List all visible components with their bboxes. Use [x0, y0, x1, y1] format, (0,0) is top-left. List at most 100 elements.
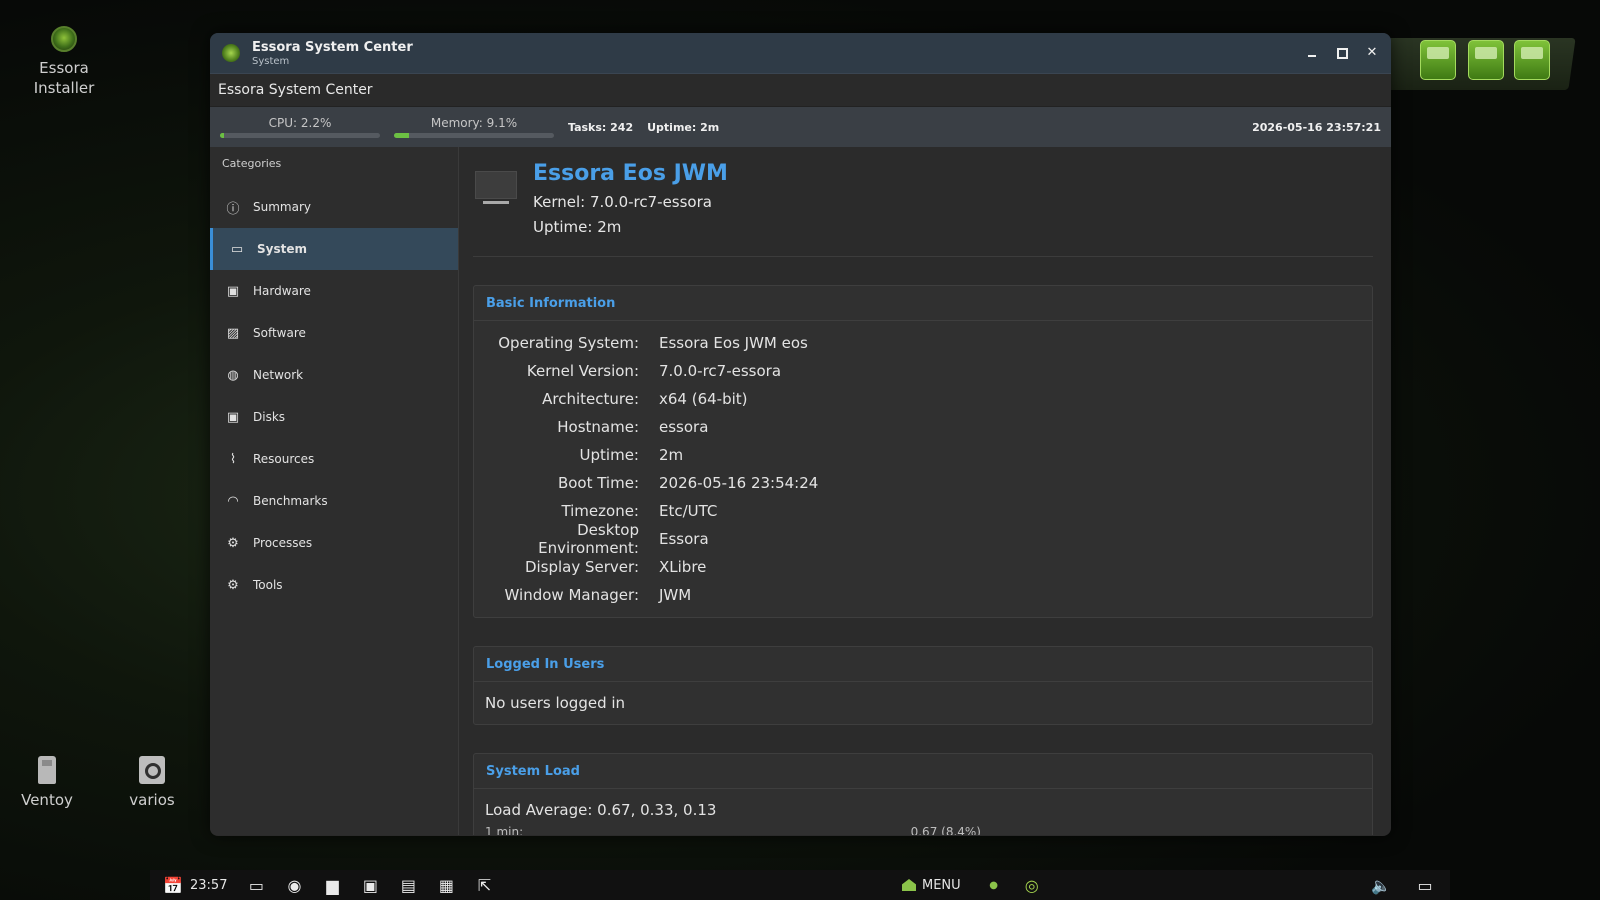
sidebar-item-label: Network — [253, 368, 304, 382]
memory-meter-fill — [394, 133, 409, 138]
sidebar-item-disks[interactable]: ▣ Disks — [210, 396, 458, 438]
info-row: Display Server: XLibre — [474, 553, 1372, 581]
sidebar-item-network[interactable]: ◍ Network — [210, 354, 458, 396]
info-value: XLibre — [659, 558, 707, 576]
load-average: Load Average: 0.67, 0.33, 0.13 — [485, 801, 717, 819]
volume-icon[interactable]: 🔈 — [1370, 874, 1392, 896]
taskbar: 📅 23:57 ▭ ◉ ▆ ▣ ▤ ▦ ⇱ MENU ● ◎ 🔈 ▭ — [150, 870, 1450, 900]
hardware-icon: ▣ — [226, 283, 240, 299]
load-1min-label: 1 min: — [485, 825, 524, 835]
uptime-status: Uptime: 2m — [647, 120, 720, 134]
sidebar-item-label: Tools — [253, 578, 283, 592]
info-row: Kernel Version: 7.0.0-rc7-essora — [474, 357, 1372, 385]
sidebar-item-benchmarks[interactable]: ◠ Benchmarks — [210, 480, 458, 522]
show-desktop-icon[interactable]: ▭ — [245, 874, 267, 896]
window-title: Essora System Center — [252, 39, 413, 55]
sidebar-item-label: System — [257, 242, 307, 256]
info-label: Architecture: — [542, 390, 639, 408]
tasks-count: Tasks: 242 — [568, 120, 634, 134]
essora-tray-icon[interactable]: ◎ — [1021, 874, 1043, 896]
info-row: Hostname: essora — [474, 413, 1372, 441]
sidebar-item-resources[interactable]: ⌇ Resources — [210, 438, 458, 480]
desktop-widget-1[interactable] — [1420, 40, 1456, 80]
basic-information-card: Basic Information Operating System: Essor… — [473, 285, 1373, 618]
info-label: Hostname: — [557, 418, 639, 436]
logout-icon[interactable]: ⇱ — [473, 874, 495, 896]
desktop-widget-2[interactable] — [1468, 40, 1504, 80]
window-titlebar[interactable]: Essora System Center System ✕ — [210, 33, 1391, 74]
cpu-meter: CPU: 2.2% — [220, 116, 380, 138]
main-content: Essora Eos JWM Kernel: 7.0.0-rc7-essora … — [459, 147, 1391, 835]
text-editor-icon[interactable]: ▤ — [397, 874, 419, 896]
info-label: Uptime: — [579, 446, 639, 464]
disk-icon: ▣ — [226, 409, 240, 425]
system-kernel: Kernel: 7.0.0-rc7-essora — [533, 193, 712, 211]
category-sidebar: Categories ⓘ Summary ▭ System ▣ Hardware ▨ Soft… — [210, 147, 459, 835]
info-value: 2m — [659, 446, 684, 464]
info-value: x64 (64-bit) — [659, 390, 748, 408]
desktop-icon-essora-installer[interactable]: Essora Installer — [14, 26, 114, 98]
info-row: Uptime: 2m — [474, 441, 1372, 469]
maximize-icon[interactable] — [1335, 46, 1349, 60]
sidebar-item-label: Disks — [253, 410, 286, 424]
info-label: Desktop Environment: — [538, 521, 639, 557]
computer-icon — [475, 171, 517, 207]
package-icon[interactable]: ▦ — [435, 874, 457, 896]
gear-icon: ⚙ — [227, 577, 239, 593]
desktop-widget-3[interactable] — [1514, 40, 1550, 80]
close-icon[interactable]: ✕ — [1365, 46, 1379, 60]
calendar-clock-icon[interactable]: 📅 — [162, 874, 184, 896]
system-center-window: Essora System Center System ✕ Essora Sys… — [210, 33, 1391, 836]
sidebar-item-software[interactable]: ▨ Software — [210, 312, 458, 354]
sidebar-item-label: Processes — [253, 536, 313, 550]
info-icon: ⓘ — [226, 201, 240, 217]
folder-icon[interactable]: ▆ — [321, 874, 343, 896]
monitor-icon: ▭ — [230, 241, 244, 257]
desktop-icon-label: varios — [129, 791, 175, 809]
logged-users-card: Logged In Users No users logged in — [473, 646, 1373, 725]
info-row: Architecture: x64 (64-bit) — [474, 385, 1372, 413]
minimize-icon[interactable] — [1305, 46, 1319, 60]
header-title: Essora System Center — [218, 82, 373, 98]
sidebar-item-tools[interactable]: ⚙ Tools — [210, 564, 458, 606]
sidebar-item-system[interactable]: ▭ System — [210, 228, 458, 270]
info-value: essora — [659, 418, 709, 436]
status-bar: CPU: 2.2% Memory: 9.1% Tasks: 242 Uptime… — [210, 107, 1391, 147]
sidebar-item-label: Hardware — [253, 284, 311, 298]
info-label: Window Manager: — [504, 586, 639, 604]
sidebar-item-processes[interactable]: ⚙ Processes — [210, 522, 458, 564]
info-row: Window Manager: JWM — [474, 581, 1372, 609]
basic-information-title: Basic Information — [474, 286, 1372, 321]
info-label: Timezone: — [561, 502, 639, 520]
system-load-card: System Load Load Average: 0.67, 0.33, 0.… — [473, 753, 1373, 835]
system-name: Essora Eos JWM — [533, 161, 728, 186]
sidebar-item-label: Resources — [253, 452, 315, 466]
network-tray-icon[interactable]: ▭ — [1414, 874, 1436, 896]
terminal-icon[interactable]: ▣ — [359, 874, 381, 896]
header-bar: Essora System Center — [210, 74, 1391, 107]
disk-drive-icon — [139, 756, 165, 784]
desktop-icon-label-line1: Essora — [39, 59, 89, 77]
info-value: JWM — [659, 586, 692, 604]
desktop-icon-varios[interactable]: varios — [102, 756, 202, 810]
load-1min-value: 0.67 (8.4%) — [910, 825, 981, 835]
info-value: Essora — [659, 530, 709, 548]
logged-users-message: No users logged in — [485, 694, 626, 712]
info-value: Essora Eos JWM eos — [659, 334, 808, 352]
gpu-monitor-icon[interactable]: ● — [983, 874, 1005, 896]
system-header: Essora Eos JWM Kernel: 7.0.0-rc7-essora … — [473, 161, 1373, 257]
essora-logo-icon — [222, 44, 240, 62]
info-label: Boot Time: — [557, 474, 639, 492]
taskbar-time[interactable]: 23:57 — [190, 878, 227, 893]
installer-icon — [51, 26, 77, 52]
processes-icon: ⚙ — [227, 535, 239, 551]
info-label: Operating System: — [498, 334, 639, 352]
menu-button[interactable]: MENU — [902, 878, 961, 893]
desktop-icon-ventoy[interactable]: Ventoy — [0, 756, 97, 810]
firefox-icon[interactable]: ◉ — [283, 874, 305, 896]
gauge-icon: ◠ — [227, 493, 239, 509]
sidebar-item-hardware[interactable]: ▣ Hardware — [210, 270, 458, 312]
globe-icon: ◍ — [227, 367, 239, 383]
sidebar-item-summary[interactable]: ⓘ Summary — [210, 186, 458, 228]
window-subtitle: System — [252, 55, 290, 67]
